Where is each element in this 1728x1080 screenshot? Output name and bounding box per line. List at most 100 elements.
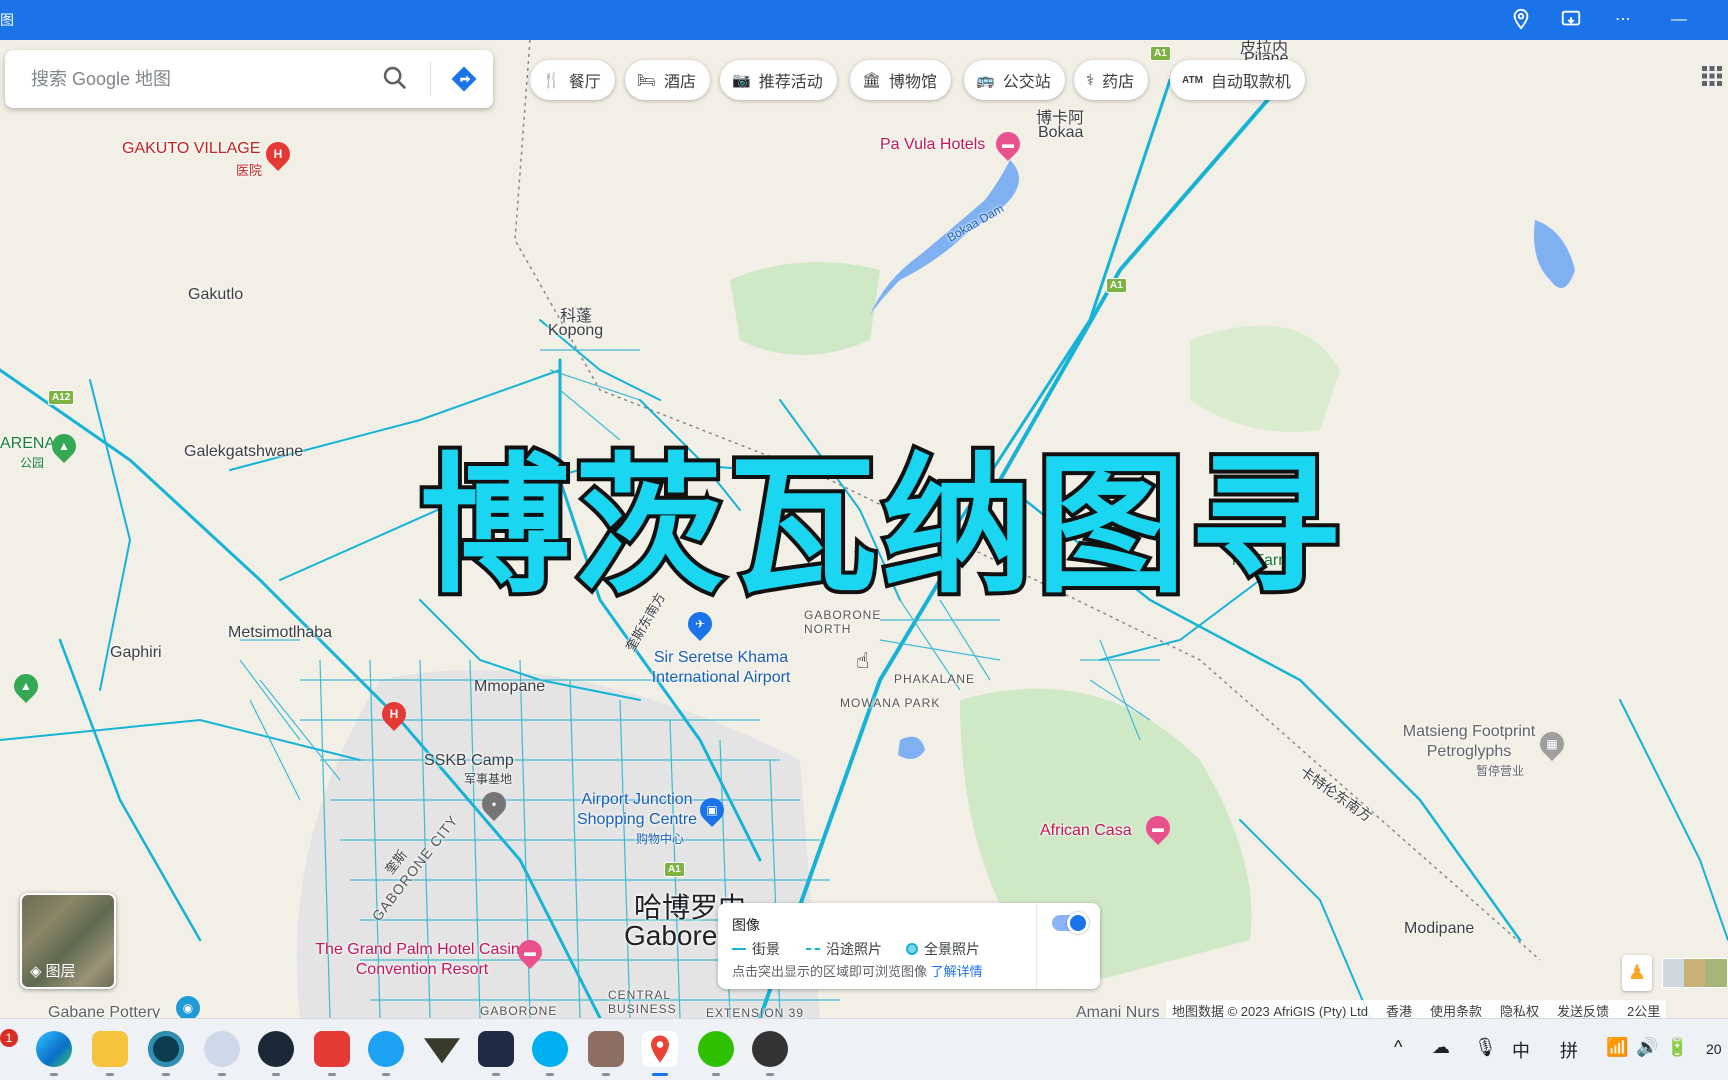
map-label-gabane-pottery[interactable]: Gabane Pottery: [48, 1004, 160, 1018]
minimize-icon[interactable]: —: [1666, 8, 1692, 32]
map-label-pa-vula-hotels[interactable]: Pa Vula Hotels: [880, 136, 985, 154]
app-cat-icon[interactable]: [478, 1031, 514, 1076]
ime-pinyin[interactable]: 拼: [1560, 1037, 1578, 1063]
edge-icon[interactable]: [36, 1031, 72, 1076]
imagery-toggle[interactable]: [1052, 912, 1089, 934]
map-label-gaborone[interactable]: Gabore: [624, 920, 717, 952]
volume-icon[interactable]: 🔊: [1636, 1037, 1658, 1058]
map-label-airport-junction[interactable]: Airport Junction Shopping Centre: [562, 790, 712, 830]
pharmacy-icon: ⚕: [1086, 72, 1095, 89]
chip-pharmacies[interactable]: ⚕ 药店: [1074, 60, 1149, 100]
landmark-pin-icon[interactable]: ▦: [1535, 727, 1569, 761]
chip-atms[interactable]: ATM 自动取款机: [1170, 60, 1305, 100]
onedrive-icon[interactable]: ☁: [1432, 1037, 1450, 1058]
scale-label[interactable]: 2公里: [1627, 1001, 1660, 1020]
map-label-mmopane[interactable]: Mmopane: [474, 678, 545, 696]
map-label-airport-junction-zh: 购物中心: [636, 832, 685, 846]
video-overlay-title: 博茨瓦纳图寻: [416, 440, 1345, 614]
hospital-pin-icon[interactable]: H: [261, 137, 295, 171]
camera-icon: 📷: [732, 72, 751, 89]
more-options-icon[interactable]: ⋯: [1610, 8, 1636, 32]
app-m-icon[interactable]: [368, 1031, 404, 1076]
map-label-african-casa[interactable]: African Casa: [1040, 822, 1132, 840]
app-triangle-icon[interactable]: [424, 1038, 460, 1064]
location-pin-icon[interactable]: [1508, 8, 1534, 32]
privacy-link[interactable]: 隐私权: [1500, 1001, 1539, 1020]
map-label-gakutlo[interactable]: Gakutlo: [188, 286, 243, 304]
map-label-gakuto-village[interactable]: GAKUTO VILLAGE: [122, 140, 260, 158]
map-label-metsimotlhaba[interactable]: Metsimotlhaba: [228, 624, 332, 642]
map-label-matsieng[interactable]: Matsieng Footprint Petroglyphs: [1384, 722, 1554, 762]
map-label-airport[interactable]: Sir Seretse Khama International Airport: [646, 648, 796, 688]
google-maps-icon[interactable]: [642, 1031, 678, 1076]
layers-button[interactable]: ◈ 图层: [20, 893, 116, 989]
chip-label: 餐厅: [568, 74, 601, 91]
camera-pin-icon[interactable]: ◉: [171, 991, 205, 1018]
directions-icon[interactable]: [449, 64, 479, 94]
imagery-title: 图像: [732, 917, 760, 933]
attribution-text: 地图数据 © 2023 AfriGIS (Pty) Ltd: [1172, 1003, 1368, 1019]
feedback-link[interactable]: 发送反馈: [1557, 1001, 1609, 1020]
bus-icon: 🚌: [976, 72, 995, 89]
skype-icon[interactable]: [532, 1031, 568, 1076]
settings-gear-icon[interactable]: [204, 1031, 240, 1076]
chip-things-to-do[interactable]: 📷 推荐活动: [720, 60, 837, 100]
map-label-gakuto-hospital: 医院: [236, 163, 263, 178]
region-link[interactable]: 香港: [1386, 1001, 1412, 1020]
battery-icon[interactable]: 🔋: [1666, 1037, 1688, 1058]
clock[interactable]: 20: [1706, 1041, 1722, 1057]
hotel-pin-icon[interactable]: ▬: [513, 935, 547, 969]
search-input[interactable]: [31, 60, 361, 98]
shopping-pin-icon[interactable]: ▣: [695, 793, 729, 827]
map-label-matsieng-zh: 暂停营业: [1476, 764, 1525, 778]
chip-hotels[interactable]: 🛏 酒店: [625, 60, 711, 100]
park-pin-icon[interactable]: ▲: [9, 669, 43, 703]
title-bar: 图 ⋯ —: [0, 0, 1728, 40]
cast-icon[interactable]: [1558, 8, 1584, 32]
chip-label: 推荐活动: [758, 74, 823, 91]
microphone-icon[interactable]: 🎙: [1474, 1037, 1497, 1058]
wifi-icon[interactable]: 📶: [1606, 1037, 1628, 1058]
app-bomb-icon[interactable]: [752, 1031, 788, 1076]
ime-mode[interactable]: 中: [1512, 1037, 1530, 1063]
apps-grid-icon[interactable]: [1700, 64, 1724, 88]
imagery-thumbnails[interactable]: [1662, 958, 1728, 988]
map-label-galekgatshwane[interactable]: Galekgatshwane: [184, 443, 303, 461]
route-shield-a1: A1: [1106, 278, 1127, 293]
netease-music-icon[interactable]: [314, 1031, 350, 1076]
terms-link[interactable]: 使用条款: [1430, 1001, 1482, 1020]
line-swatch-icon: [732, 948, 746, 950]
map-label-gaphiri[interactable]: Gaphiri: [110, 644, 162, 662]
hotel-pin-icon[interactable]: ▬: [991, 127, 1025, 161]
chip-transit[interactable]: 🚌 公交站: [964, 60, 1065, 100]
fork-knife-icon: 🍴: [542, 72, 561, 89]
tray-chevron-icon[interactable]: ^: [1394, 1037, 1402, 1058]
search-icon[interactable]: [381, 64, 413, 96]
map-label-modipane[interactable]: Modipane: [1404, 920, 1474, 938]
park-pin-icon[interactable]: ▲: [47, 429, 81, 463]
taskbar: 1 ^ ☁ 🎙 中 拼 📶 🔊 🔋 20: [0, 1018, 1728, 1080]
map-label-arena-zh: 公园: [20, 456, 45, 470]
legend-label: 街景: [752, 941, 780, 957]
app-circle-icon[interactable]: [148, 1031, 184, 1076]
chip-restaurants[interactable]: 🍴 餐厅: [530, 60, 615, 100]
pegman-icon[interactable]: ♟: [1622, 955, 1652, 991]
notification-badge[interactable]: 1: [0, 1029, 18, 1047]
wechat-icon[interactable]: [698, 1031, 734, 1076]
chip-museums[interactable]: 🏛 博物馆: [850, 60, 952, 100]
route-shield-a12: A12: [48, 390, 75, 405]
learn-more-link[interactable]: 了解详情: [931, 964, 983, 979]
map-label-kopong[interactable]: Kopong: [548, 322, 603, 340]
steam-icon[interactable]: [258, 1031, 294, 1076]
hotel-pin-icon[interactable]: ▬: [1141, 811, 1175, 845]
map-label-amani[interactable]: Amani Nurs: [1076, 1004, 1160, 1018]
hospital-pin-icon[interactable]: H: [377, 697, 411, 731]
map-label-sskb-camp[interactable]: SSKB Camp: [424, 752, 514, 770]
map-label-bokaa[interactable]: Bokaa: [1038, 124, 1083, 142]
military-pin-icon[interactable]: •: [477, 787, 511, 821]
map-label-grand-palm[interactable]: The Grand Palm Hotel Casino Convention R…: [312, 940, 532, 980]
minecraft-icon[interactable]: [588, 1031, 624, 1076]
legend-photospheres: 全景照片: [906, 939, 980, 959]
file-explorer-icon[interactable]: [92, 1031, 128, 1076]
map-label-arena[interactable]: ARENA: [0, 435, 55, 453]
